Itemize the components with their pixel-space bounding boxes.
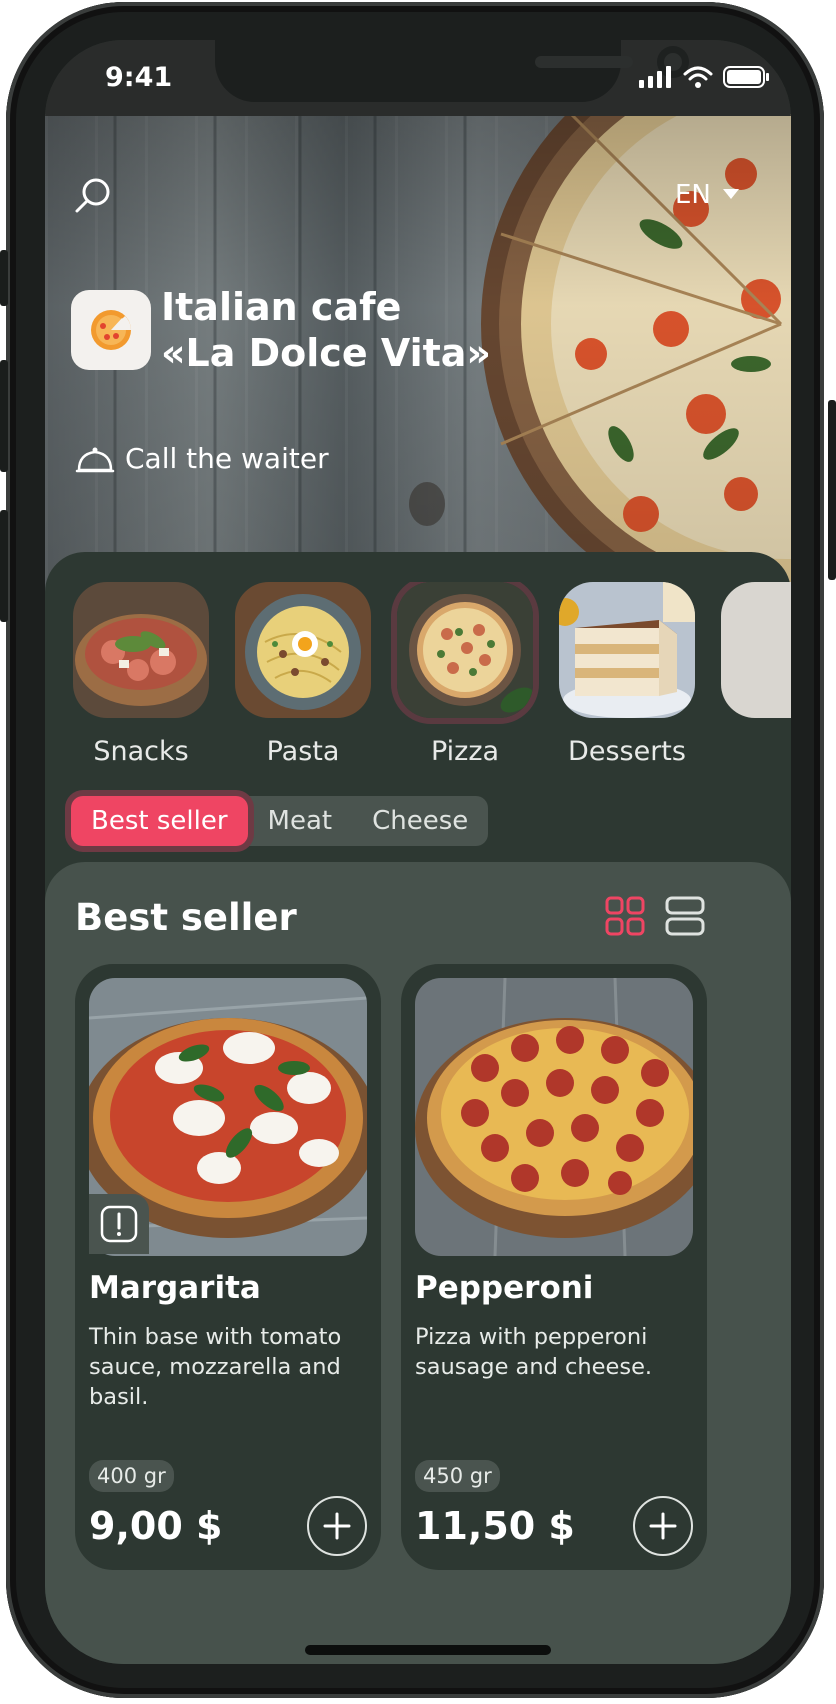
add-to-cart-button[interactable] [307, 1496, 367, 1556]
grid-view-icon[interactable] [605, 896, 645, 940]
status-time: 9:41 [105, 62, 173, 93]
cafe-name: Italian cafe «La Dolce Vita» [161, 284, 491, 376]
bell-icon [75, 447, 115, 472]
category-label: Pizza [430, 736, 500, 767]
home-indicator[interactable] [305, 1645, 551, 1655]
language-selector[interactable]: EN [675, 180, 739, 210]
call-waiter-label: Call the waiter [125, 442, 329, 475]
category-label: Desserts [568, 736, 686, 767]
product-name: Pepperoni [415, 1270, 594, 1306]
pasta-image [235, 582, 371, 718]
search-icon[interactable] [73, 176, 113, 220]
filter-best-seller[interactable]: Best seller [71, 796, 248, 846]
add-to-cart-button[interactable] [633, 1496, 693, 1556]
category-carousel: Snacks Pasta Pizza Desserts [71, 582, 791, 772]
category-snacks[interactable]: Snacks [71, 582, 211, 767]
category-next-partial[interactable] [719, 582, 791, 718]
pizza-image [397, 582, 533, 718]
notch [215, 40, 689, 102]
silent-switch [0, 250, 8, 306]
plus-icon [323, 1512, 351, 1540]
filter-cheese[interactable]: Cheese [352, 796, 488, 846]
category-label: Pasta [266, 736, 340, 767]
speaker [535, 56, 633, 68]
volume-up-button [0, 360, 8, 472]
section-title: Best seller [75, 896, 297, 939]
category-label: Snacks [93, 736, 189, 767]
product-price: 11,50 $ [415, 1504, 575, 1548]
filter-meat[interactable]: Meat [248, 796, 353, 846]
product-weight: 450 gr [415, 1460, 500, 1492]
product-card-pepperoni[interactable]: Pepperoni Pizza with pepperoni sausage a… [401, 964, 707, 1570]
pepperoni-image [415, 978, 693, 1256]
product-card-margarita[interactable]: Margarita Thin base with tomato sauce, m… [75, 964, 381, 1570]
volume-down-button [0, 510, 8, 622]
caret-down-icon [722, 189, 739, 199]
next-category-image [721, 582, 791, 718]
status-bar: 9:41 [45, 40, 791, 116]
plus-icon [649, 1512, 677, 1540]
screen: EN Italian cafe «La Dolce Vita» Call the… [45, 40, 791, 1664]
snacks-image [73, 582, 209, 718]
signal-icon [639, 66, 671, 88]
product-weight: 400 gr [89, 1460, 174, 1492]
warning-icon [100, 1205, 138, 1243]
category-desserts[interactable]: Desserts [557, 582, 697, 767]
wifi-icon [683, 66, 713, 88]
product-price: 9,00 $ [89, 1504, 223, 1548]
cafe-logo [71, 290, 151, 370]
battery-icon [723, 66, 769, 88]
product-description: Thin base with tomato sauce, mozzarella … [89, 1324, 342, 1410]
list-view-icon[interactable] [665, 896, 705, 940]
cafe-name-line1: Italian cafe [161, 285, 402, 329]
products-section: Best seller Margarita Thin base with tom… [45, 862, 791, 1664]
filter-chips: Best seller Meat Cheese [71, 796, 489, 846]
cafe-name-line2: «La Dolce Vita» [161, 331, 491, 375]
power-button [828, 400, 836, 580]
language-label: EN [675, 180, 711, 210]
status-icons [639, 66, 769, 88]
allergen-info-button[interactable] [89, 1194, 149, 1254]
category-pasta[interactable]: Pasta [233, 582, 373, 767]
product-name: Margarita [89, 1270, 261, 1306]
category-pizza[interactable]: Pizza [395, 582, 535, 767]
pizza-logo-icon [91, 310, 131, 350]
desserts-image [559, 582, 695, 718]
hero-banner: EN Italian cafe «La Dolce Vita» Call the… [45, 114, 791, 594]
call-waiter-button[interactable]: Call the waiter [75, 442, 329, 475]
product-description: Pizza with pepperoni sausage and cheese. [415, 1324, 653, 1380]
